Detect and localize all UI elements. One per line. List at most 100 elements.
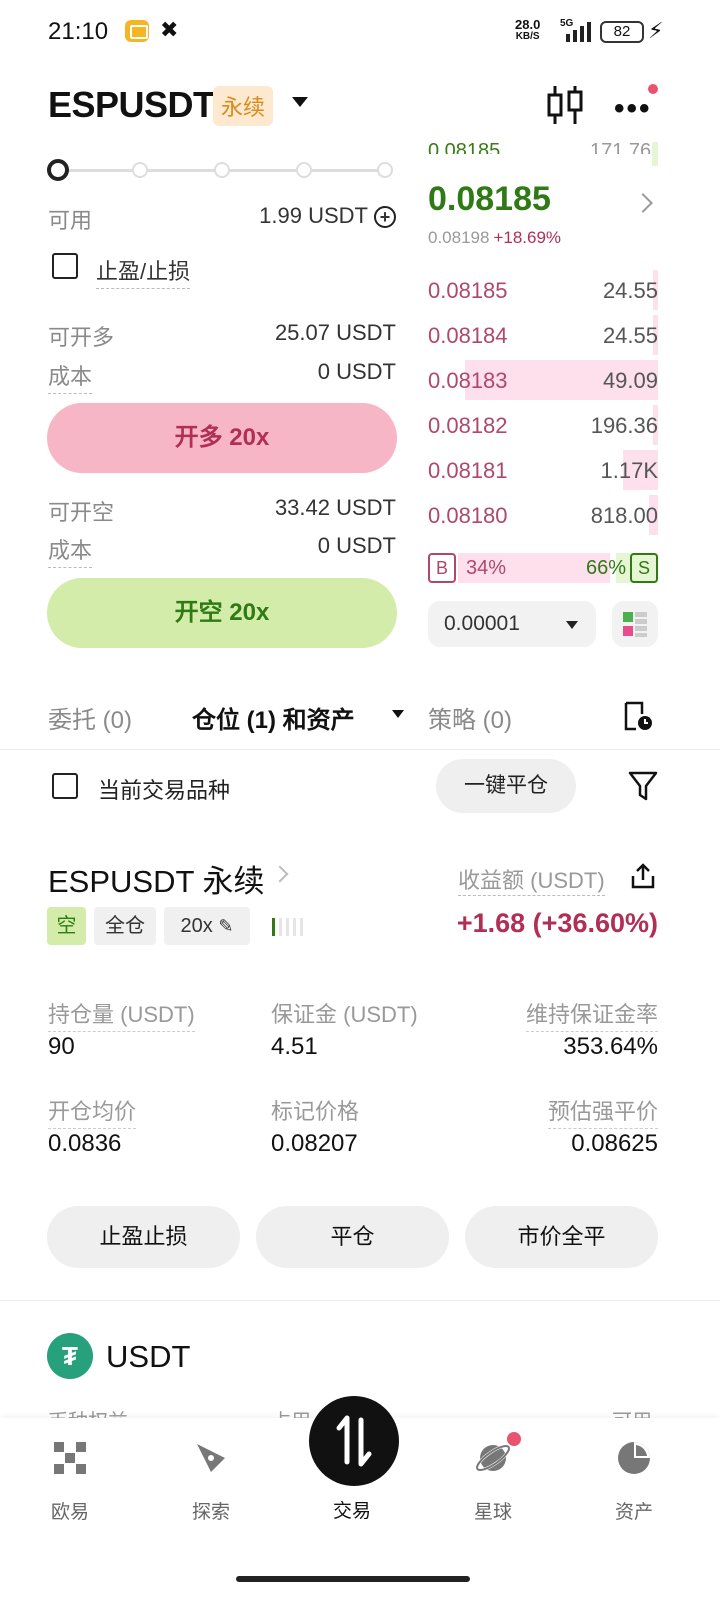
stat-label-margin: 保证金 (USDT) bbox=[271, 1002, 418, 1027]
nav-assets[interactable]: 资产 bbox=[594, 1438, 674, 1524]
transfer-plus-icon[interactable]: + bbox=[374, 206, 396, 229]
slider-node[interactable] bbox=[214, 162, 230, 178]
nav-okx[interactable]: 欧易 bbox=[30, 1438, 110, 1524]
ask-price: 0.08181 bbox=[428, 458, 508, 483]
open-short-button[interactable]: 开空 20x bbox=[47, 578, 397, 648]
tpsl-label[interactable]: 止盈/止损 bbox=[96, 254, 191, 289]
stat-value-mmr: 353.64% bbox=[563, 1033, 658, 1060]
orderbook-ask-row[interactable]: 0.08182 196.36 bbox=[428, 405, 658, 445]
notification-dot bbox=[507, 1432, 521, 1446]
current-pair-checkbox[interactable] bbox=[52, 773, 78, 799]
stat-value-entry: 0.0836 bbox=[48, 1130, 122, 1157]
tab-orders[interactable]: 委托 (0) bbox=[48, 700, 132, 735]
available-value: 1.99 USDT + bbox=[200, 203, 396, 229]
orderbook-ask-row[interactable]: 0.08184 24.55 bbox=[428, 315, 658, 355]
tick-size-select[interactable]: 0.00001 bbox=[428, 601, 596, 647]
tpsl-checkbox[interactable] bbox=[52, 253, 78, 279]
slider-node[interactable] bbox=[47, 159, 69, 181]
ask-price: 0.08182 bbox=[428, 413, 508, 438]
chevron-down-icon[interactable] bbox=[392, 710, 404, 718]
stat-label-entry: 开仓均价 bbox=[48, 1094, 137, 1129]
ask-quantity: 49.09 bbox=[602, 368, 658, 393]
order-history-icon[interactable] bbox=[622, 700, 654, 732]
last-price[interactable]: 0.08185 bbox=[428, 180, 551, 219]
pair-title[interactable]: ESPUSDT bbox=[48, 84, 215, 126]
short-cost-label: 成本 bbox=[48, 533, 93, 568]
ask-quantity: 1.17K bbox=[600, 458, 659, 483]
nav-label: 交易 bbox=[332, 1501, 371, 1522]
bid-depth-bar bbox=[652, 142, 658, 166]
stat-label-mark: 标记价格 bbox=[271, 1099, 360, 1124]
charging-icon: ⚡ bbox=[648, 18, 664, 43]
market-close-all-button[interactable]: 市价全平 bbox=[465, 1206, 658, 1268]
pnl-label[interactable]: 收益额 (USDT) bbox=[458, 863, 605, 896]
short-max-label: 可开空 bbox=[48, 500, 115, 525]
candlestick-chart-icon[interactable] bbox=[546, 84, 584, 126]
orderbook-layout-icon[interactable] bbox=[612, 601, 658, 647]
close-position-button[interactable]: 平仓 bbox=[256, 1206, 449, 1268]
nav-planet[interactable]: 星球 bbox=[453, 1438, 533, 1524]
ask-quantity: 196.36 bbox=[590, 413, 658, 438]
ask-quantity: 24.55 bbox=[602, 323, 658, 348]
tether-logo-icon: ₮ bbox=[47, 1333, 93, 1379]
slider-node[interactable] bbox=[296, 162, 312, 178]
ask-quantity: 24.55 bbox=[602, 278, 658, 303]
nav-label: 星球 bbox=[473, 1502, 512, 1523]
stat-label-liq: 预估强平价 bbox=[547, 1094, 658, 1129]
leverage-tag[interactable]: 20x ✎ bbox=[164, 907, 250, 945]
okx-logo-icon bbox=[54, 1442, 86, 1474]
buy-sell-ratio: B 34% 66% S bbox=[428, 553, 658, 585]
stat-label-mmr: 维持保证金率 bbox=[525, 997, 658, 1032]
slider-node[interactable] bbox=[132, 162, 148, 178]
status-time: 21:10 bbox=[48, 18, 109, 45]
short-cost-value: 0 USDT bbox=[317, 533, 396, 558]
nav-label: 探索 bbox=[191, 1502, 230, 1523]
edit-icon[interactable]: ✎ bbox=[218, 916, 233, 936]
price-change: +18.69% bbox=[493, 228, 562, 247]
mail-notification-icon bbox=[125, 20, 149, 42]
tab-strategies[interactable]: 策略 (0) bbox=[428, 700, 512, 735]
asset-available-label: 可用 bbox=[612, 1405, 652, 1419]
buy-label: B bbox=[428, 553, 456, 583]
pair-selector-caret-icon[interactable] bbox=[292, 97, 308, 107]
orderbook-ask-row[interactable]: 0.08185 24.55 bbox=[428, 270, 658, 310]
slider-node[interactable] bbox=[377, 162, 393, 178]
home-indicator bbox=[236, 1576, 470, 1582]
open-long-button[interactable]: 开多 20x bbox=[47, 403, 397, 473]
asset-equity-label: 币种权益 bbox=[48, 1405, 128, 1419]
tab-positions[interactable]: 仓位 (1) 和资产 bbox=[192, 700, 355, 735]
pie-chart-icon bbox=[618, 1442, 650, 1474]
share-icon[interactable] bbox=[630, 862, 656, 890]
tpsl-button[interactable]: 止盈止损 bbox=[47, 1206, 240, 1268]
battery-indicator: 82 bbox=[600, 21, 644, 43]
current-pair-label[interactable]: 当前交易品种 bbox=[98, 773, 230, 805]
nav-label: 资产 bbox=[614, 1502, 653, 1523]
compass-icon bbox=[197, 1444, 225, 1472]
pnl-value: +1.68 (+36.60%) bbox=[456, 908, 658, 938]
orderbook-ask-row[interactable]: 0.08180 818.00 bbox=[428, 495, 658, 535]
chevron-right-icon[interactable] bbox=[633, 193, 653, 213]
asset-name: USDT bbox=[106, 1339, 191, 1374]
nav-explore[interactable]: 探索 bbox=[171, 1438, 251, 1524]
risk-level-icon bbox=[272, 918, 303, 936]
filter-icon[interactable] bbox=[628, 770, 658, 802]
long-cost-value: 0 USDT bbox=[317, 359, 396, 384]
long-max-label: 可开多 bbox=[48, 325, 115, 350]
perpetual-badge: 永续 bbox=[213, 86, 274, 126]
stat-value-size: 90 bbox=[48, 1033, 75, 1060]
close-all-button[interactable]: 一键平仓 bbox=[436, 759, 576, 813]
available-label: 可用 bbox=[48, 208, 93, 233]
more-options-icon[interactable]: ••• bbox=[614, 92, 652, 126]
chevron-right-icon[interactable] bbox=[271, 865, 289, 883]
position-title[interactable]: ESPUSDT 永续 bbox=[48, 856, 264, 901]
orderbook-ask-row[interactable]: 0.08183 49.09 bbox=[428, 360, 658, 400]
stat-value-margin: 4.51 bbox=[271, 1033, 318, 1060]
orderbook-ask-row[interactable]: 0.08181 1.17K bbox=[428, 450, 658, 490]
buy-percent: 34% bbox=[466, 557, 507, 579]
signal-icon bbox=[566, 22, 591, 42]
ask-price: 0.08184 bbox=[428, 323, 508, 348]
nav-trade[interactable]: 交易 bbox=[312, 1496, 392, 1523]
mark-price: 0.08198 +18.69% bbox=[428, 228, 562, 247]
ask-price: 0.08180 bbox=[428, 503, 508, 528]
nav-trade-button[interactable] bbox=[309, 1396, 399, 1486]
